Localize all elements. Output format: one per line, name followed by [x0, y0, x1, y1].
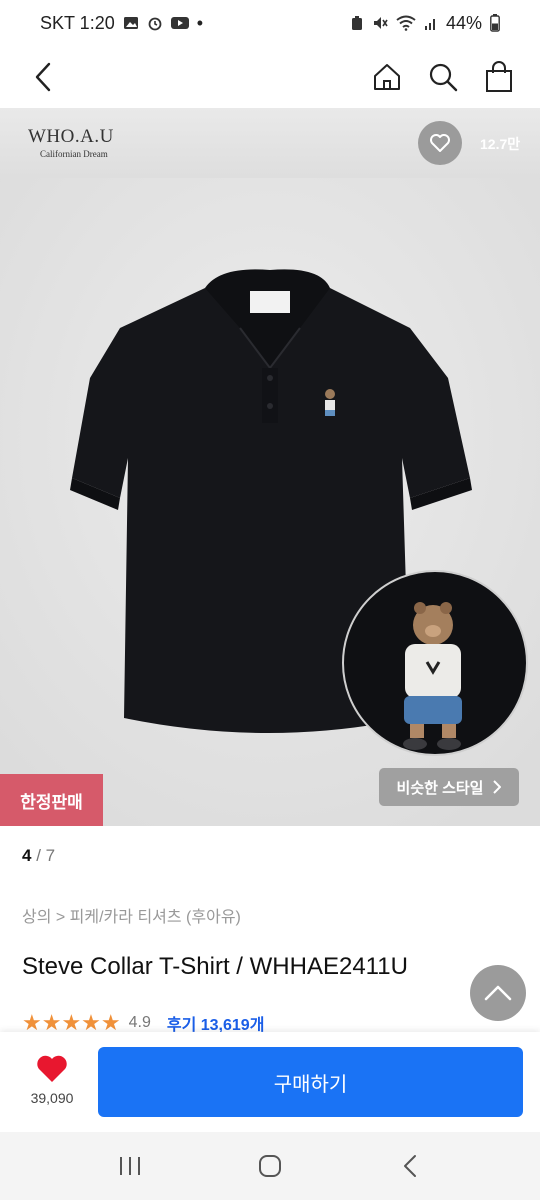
similar-style-button[interactable]: 비슷한 스타일 [379, 768, 519, 806]
brand-like-button[interactable] [418, 121, 462, 165]
image-pager: 4 / 7 [22, 846, 55, 866]
brand-like-count: 12.7만 [480, 136, 521, 152]
scroll-top-button[interactable] [470, 965, 526, 1021]
home-button-icon[interactable] [250, 1146, 290, 1186]
pager-current: 4 [22, 846, 32, 865]
heart-icon [37, 1055, 67, 1082]
rating-value: 4.9 [128, 1014, 151, 1031]
status-bar: SKT 1:20 • 44% [0, 0, 540, 46]
battery-percent: 44% [445, 12, 482, 33]
signal-icon [424, 19, 435, 30]
limited-sale-badge: 한정판매 [0, 774, 103, 826]
battery-icon [490, 14, 500, 32]
gallery-icon [123, 17, 138, 29]
top-navigation [0, 46, 540, 108]
back-icon[interactable] [26, 60, 60, 94]
wifi-icon [396, 15, 416, 31]
buy-button[interactable]: 구매하기 [98, 1047, 523, 1117]
wish-count: 39,090 [30, 1090, 74, 1106]
chevron-up-icon [484, 985, 512, 1001]
recycle-icon [351, 16, 362, 30]
breadcrumb[interactable]: 상의 > 피케/카라 티셔츠 (후아유) [22, 903, 241, 927]
polo-shirt-image [0, 178, 540, 826]
cart-icon[interactable] [482, 60, 516, 94]
home-icon[interactable] [370, 60, 404, 94]
youtube-icon [170, 17, 189, 29]
product-title: Steve Collar T-Shirt / WHHAE2411U [22, 953, 408, 980]
carrier-time: SKT 1:20 [40, 12, 115, 33]
pager-total: / 7 [36, 846, 56, 865]
wish-button[interactable]: 39,090 [26, 1054, 78, 1106]
notification-dot: • [196, 12, 204, 33]
system-navigation [0, 1132, 540, 1200]
alarm-icon [148, 17, 162, 31]
recent-apps-icon[interactable] [110, 1146, 150, 1186]
heart-outline-icon [430, 134, 450, 152]
mute-icon [373, 17, 388, 29]
brand-tagline: Californian Dream [40, 149, 108, 159]
search-icon[interactable] [426, 60, 460, 94]
brand-logo[interactable]: WHO.A.U Californian Dream [28, 126, 114, 159]
product-image[interactable] [0, 178, 540, 826]
similar-style-label: 비슷한 스타일 [396, 779, 484, 797]
chevron-right-icon [493, 780, 502, 794]
brand-name: WHO.A.U [28, 126, 114, 147]
back-button-icon[interactable] [390, 1146, 430, 1186]
